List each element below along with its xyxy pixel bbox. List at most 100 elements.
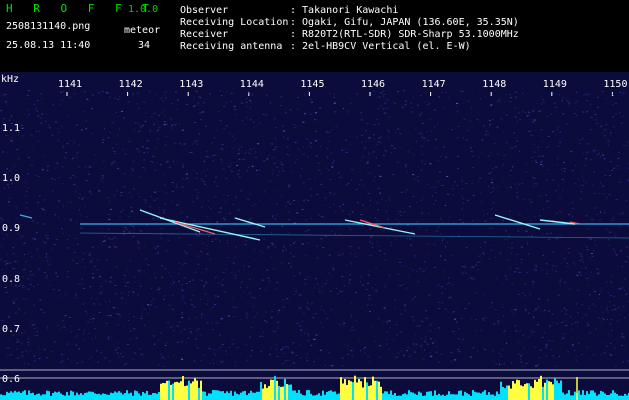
histogram-bar (26, 394, 28, 400)
histogram-bar (358, 379, 360, 400)
histogram-bar (582, 390, 584, 400)
histogram-bar (274, 376, 276, 400)
histogram-bar (222, 391, 224, 400)
histogram-bar (484, 390, 486, 400)
histogram-bar (24, 390, 26, 400)
histogram-bar (384, 391, 386, 400)
histogram-bar (86, 392, 88, 400)
histogram-bar (336, 394, 338, 400)
histogram-bar (248, 393, 250, 400)
histogram-bar (284, 378, 286, 400)
histogram-bar (246, 395, 248, 400)
histogram-bar (304, 395, 306, 400)
histogram-bar (342, 383, 344, 400)
histogram-bar (456, 394, 458, 400)
histogram-bar (446, 394, 448, 400)
histogram-bar (470, 395, 472, 400)
histogram-bar (224, 393, 226, 400)
histogram-bar (302, 395, 304, 400)
histogram-bar (590, 390, 592, 400)
histogram-bar (546, 379, 548, 400)
histogram-bar (438, 393, 440, 400)
histogram-bar (558, 383, 560, 400)
histogram-bar (76, 392, 78, 400)
app-version: 1.0.0 (128, 4, 159, 15)
histogram-bar (592, 390, 594, 400)
histogram-bar (210, 393, 212, 400)
histogram-bar (56, 392, 58, 400)
histogram-bar (266, 387, 268, 400)
histogram-bar (178, 382, 180, 400)
histogram-bar (552, 384, 554, 400)
histogram-bar (504, 388, 506, 400)
histogram-bar (574, 391, 576, 400)
histogram-bar (492, 394, 494, 400)
histogram-bar (192, 381, 194, 400)
histogram-bar (272, 379, 274, 400)
histogram-bar (612, 390, 614, 400)
histogram-bar (242, 391, 244, 400)
histogram-bar (298, 390, 300, 400)
histogram-bar (494, 395, 496, 400)
histogram-bar (64, 395, 66, 400)
histogram-bar (606, 395, 608, 400)
histogram-bar (502, 386, 504, 400)
histogram-bar (434, 390, 436, 400)
histogram-bar (416, 394, 418, 400)
histogram-bar (388, 394, 390, 400)
histogram-bar (382, 393, 384, 400)
histogram-bar (530, 386, 532, 400)
histogram-bar (106, 394, 108, 400)
histogram-bar (52, 392, 54, 400)
histogram-bar (542, 386, 544, 400)
y-tick-label: 0.7 (2, 324, 21, 335)
histogram-bar (122, 394, 124, 400)
y-tick-label: 1.0 (2, 173, 21, 184)
histogram-bar (228, 393, 230, 400)
histogram-bar (140, 395, 142, 400)
histogram-bar (184, 386, 186, 400)
histogram-bar (128, 393, 130, 400)
histogram-bar (220, 391, 222, 400)
histogram-bar (580, 394, 582, 400)
histogram-bar (512, 381, 514, 400)
histogram-bar (510, 388, 512, 400)
y-tick-label: 0.9 (2, 223, 21, 234)
x-tick-label: 1142 (118, 79, 143, 90)
histogram-bar (124, 393, 126, 400)
histogram-bar (48, 391, 50, 400)
histogram-bar (330, 390, 332, 400)
x-tick-label: 1148 (482, 79, 507, 90)
histogram-bar (238, 394, 240, 400)
histogram-bar (556, 380, 558, 400)
histogram-bar (320, 395, 322, 400)
histogram-bar (154, 393, 156, 400)
histogram-bar (588, 394, 590, 400)
histogram-bar (496, 391, 498, 400)
histogram-bar (362, 387, 364, 400)
histogram-bar (404, 393, 406, 400)
histogram-bar (62, 394, 64, 400)
histogram-bar (80, 393, 82, 400)
histogram-bar (182, 376, 184, 400)
histogram-bar (144, 393, 146, 400)
histogram-bar (356, 382, 358, 400)
meteor-streak (494, 214, 541, 230)
histogram-bar (346, 384, 348, 400)
histogram-bar (12, 392, 14, 400)
histogram-bar (8, 392, 10, 400)
histogram-bar (350, 381, 352, 400)
histogram-bar (604, 393, 606, 400)
histogram-bar (338, 393, 340, 400)
histogram-bar (366, 382, 368, 400)
histogram-bar (198, 387, 200, 400)
histogram-bar (526, 383, 528, 400)
histogram-bar (424, 395, 426, 400)
histogram-bar (534, 379, 536, 400)
histogram-bar (34, 395, 36, 400)
histogram-bar (216, 390, 218, 400)
histogram-bar (172, 383, 174, 400)
histogram-bar (594, 392, 596, 400)
histogram-bar (254, 392, 256, 400)
histogram-bar (258, 391, 260, 400)
